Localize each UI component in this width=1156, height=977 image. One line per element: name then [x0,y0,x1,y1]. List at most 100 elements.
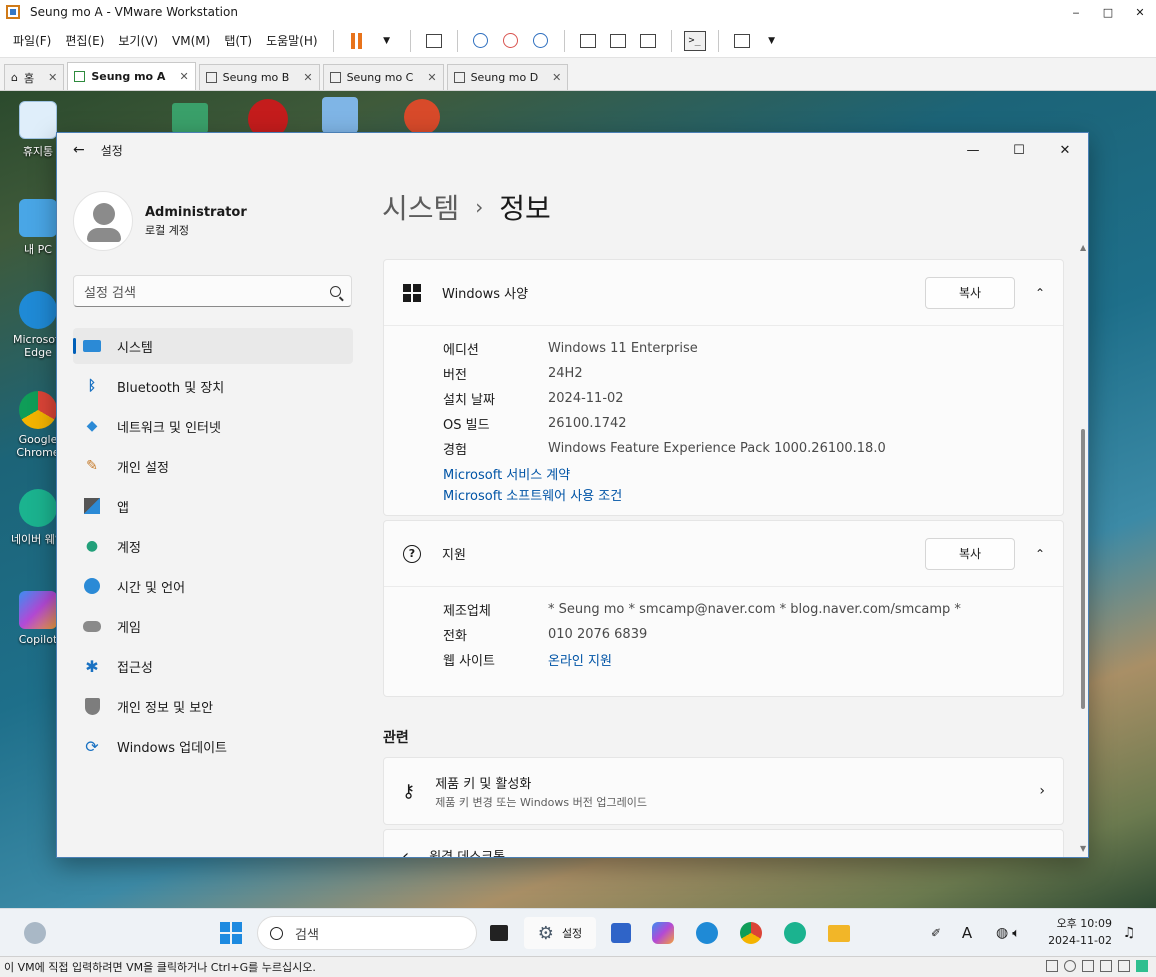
app-r-icon[interactable] [322,97,358,133]
send-ctrl-alt-del-button[interactable] [422,30,446,52]
nav-item-bluetooth[interactable]: ᛒ Bluetooth 및 장치 [73,368,353,404]
tab-seung-mo-b[interactable]: Seung mo B ✕ [198,64,320,90]
close-button[interactable]: ✕ [1124,0,1156,24]
gear-icon: ⚙ [537,922,554,944]
revert-snapshot-button[interactable] [499,30,523,52]
taskbar-store-app[interactable] [606,917,636,949]
network-adapter-icon[interactable] [1082,960,1094,972]
spec-row: 버전 24H2 [443,361,1063,386]
taskbar-whale-app[interactable] [780,917,810,949]
menu-file[interactable]: 파일(F) [6,32,58,49]
nav-item-system[interactable]: 시스템 [73,328,353,364]
nav-item-gaming[interactable]: 게임 [73,608,353,644]
hdd-icon[interactable] [1046,960,1058,972]
snapshot-button[interactable] [469,30,493,52]
minimize-button[interactable]: ‒ [1060,0,1092,24]
snapshot-manager-button[interactable] [529,30,553,52]
settings-search-input[interactable]: 설정 검색 [73,275,352,307]
taskbar-explorer-app[interactable] [824,917,854,949]
pen-menu-button[interactable]: ✐ [924,917,948,949]
question-icon: ? [403,544,421,563]
taskbar-search-input[interactable]: 검색 [257,916,477,950]
pause-button[interactable] [345,30,369,52]
taskbar-copilot-app[interactable] [648,917,678,949]
stretch-guest-button[interactable] [730,30,754,52]
thumbnail-bar-button[interactable] [606,30,630,52]
menu-tabs[interactable]: 탭(T) [217,32,259,49]
close-icon[interactable]: ✕ [427,71,436,84]
widgets-button[interactable] [20,917,50,949]
scroll-up-icon[interactable]: ▲ [1080,243,1086,252]
menu-edit[interactable]: 편집(E) [58,32,111,49]
settings-close-button[interactable]: ✕ [1042,133,1088,167]
ms-software-license-link[interactable]: Microsoft 소프트웨어 사용 조건 [443,484,1063,505]
maximize-button[interactable]: □ [1092,0,1124,24]
tab-seung-mo-c[interactable]: Seung mo C ✕ [322,64,444,90]
settings-maximize-button[interactable]: ☐ [996,133,1042,167]
folder-download-icon[interactable] [172,103,208,133]
close-icon[interactable]: ✕ [48,71,57,84]
menu-view[interactable]: 보기(V) [111,32,165,49]
taskbar-edge-app[interactable] [692,917,722,949]
stretch-dropdown[interactable]: ▼ [760,30,784,52]
nav-item-network[interactable]: ◆ 네트워크 및 인터넷 [73,408,353,444]
tab-home[interactable]: ⌂ 홈 ✕ [4,64,65,90]
start-button[interactable] [215,917,247,949]
nav-item-accounts[interactable]: ● 계정 [73,528,353,564]
vmware-title-bar: Seung mo A - VMware Workstation ‒ □ ✕ [0,0,1156,24]
app-ccleaner-icon[interactable] [404,99,440,135]
windows-spec-header[interactable]: Windows 사양 복사 ⌃ [384,260,1063,326]
vm-tab-strip: ⌂ 홈 ✕ Seung mo A ✕ Seung mo B ✕ Seung mo… [0,58,1156,91]
menu-vm[interactable]: VM(M) [165,34,217,48]
tab-seung-mo-a[interactable]: Seung mo A ✕ [67,62,196,90]
nav-item-apps[interactable]: 앱 [73,488,353,524]
ime-indicator[interactable]: A [955,917,979,949]
nav-item-personalization[interactable]: ✎ 개인 설정 [73,448,353,484]
spec-key: 경험 [443,443,467,458]
taskbar-clock[interactable]: 오후 10:09 2024-11-02 [1048,915,1112,949]
console-view-button[interactable]: >_ [683,30,707,52]
usb-icon[interactable] [1100,960,1112,972]
ms-services-agreement-link[interactable]: Microsoft 서비스 계약 [443,463,1063,484]
user-profile[interactable]: Administrator 로컬 계정 [73,191,247,251]
menu-help[interactable]: 도움말(H) [259,32,325,49]
content-scrollbar[interactable]: ▲ ▼ [1080,243,1086,853]
close-icon[interactable]: ✕ [552,71,561,84]
nav-item-time-language[interactable]: 시간 및 언어 [73,568,353,604]
nav-item-windows-update[interactable]: ⟳ Windows 업데이트 [73,728,353,764]
notifications-button[interactable]: ♫ [1118,917,1140,949]
copy-windows-spec-button[interactable]: 복사 [925,276,1015,309]
item-title: 원격 데스크톱 [429,850,506,858]
remote-desktop-item[interactable]: ‹ 원격 데스크톱 [383,829,1064,858]
fullscreen-button[interactable] [636,30,660,52]
task-view-button[interactable] [484,917,514,949]
show-library-button[interactable] [576,30,600,52]
close-icon[interactable]: ✕ [303,71,312,84]
nav-item-label: 시스템 [117,340,153,356]
product-key-activation-item[interactable]: ⚷ 제품 키 및 활성화 제품 키 변경 또는 Windows 버전 업그레이드… [383,757,1064,825]
chevron-up-icon[interactable]: ⌃ [1015,286,1045,300]
cd-icon[interactable] [1064,960,1076,972]
chevron-up-icon[interactable]: ⌃ [1015,547,1045,561]
network-volume-button[interactable]: ◍ 🔈︎ [986,917,1030,949]
nav-item-privacy[interactable]: 개인 정보 및 보안 [73,688,353,724]
online-support-link[interactable]: 온라인 지원 [548,649,612,670]
sound-icon[interactable] [1118,960,1130,972]
taskbar-settings-app[interactable]: ⚙ 설정 [524,917,596,949]
tab-seung-mo-d[interactable]: Seung mo D ✕ [446,64,569,90]
support-header[interactable]: ? 지원 복사 ⌃ [384,521,1063,587]
copy-support-button[interactable]: 복사 [925,537,1015,570]
display-icon[interactable] [1136,960,1148,972]
vm-running-icon [74,71,86,82]
scrollbar-thumb[interactable] [1081,429,1085,709]
back-arrow-icon[interactable]: ← [73,142,85,158]
nav-item-accessibility[interactable]: ✱ 접근성 [73,648,353,684]
scroll-down-icon[interactable]: ▼ [1080,844,1086,853]
breadcrumb-parent[interactable]: 시스템 [382,187,459,227]
close-icon[interactable]: ✕ [179,70,188,83]
bluetooth-icon: ᛒ [87,378,97,394]
power-dropdown[interactable]: ▼ [375,30,399,52]
toolbar-divider [332,29,334,52]
taskbar-chrome-app[interactable] [736,917,766,949]
settings-minimize-button[interactable]: — [950,133,996,167]
